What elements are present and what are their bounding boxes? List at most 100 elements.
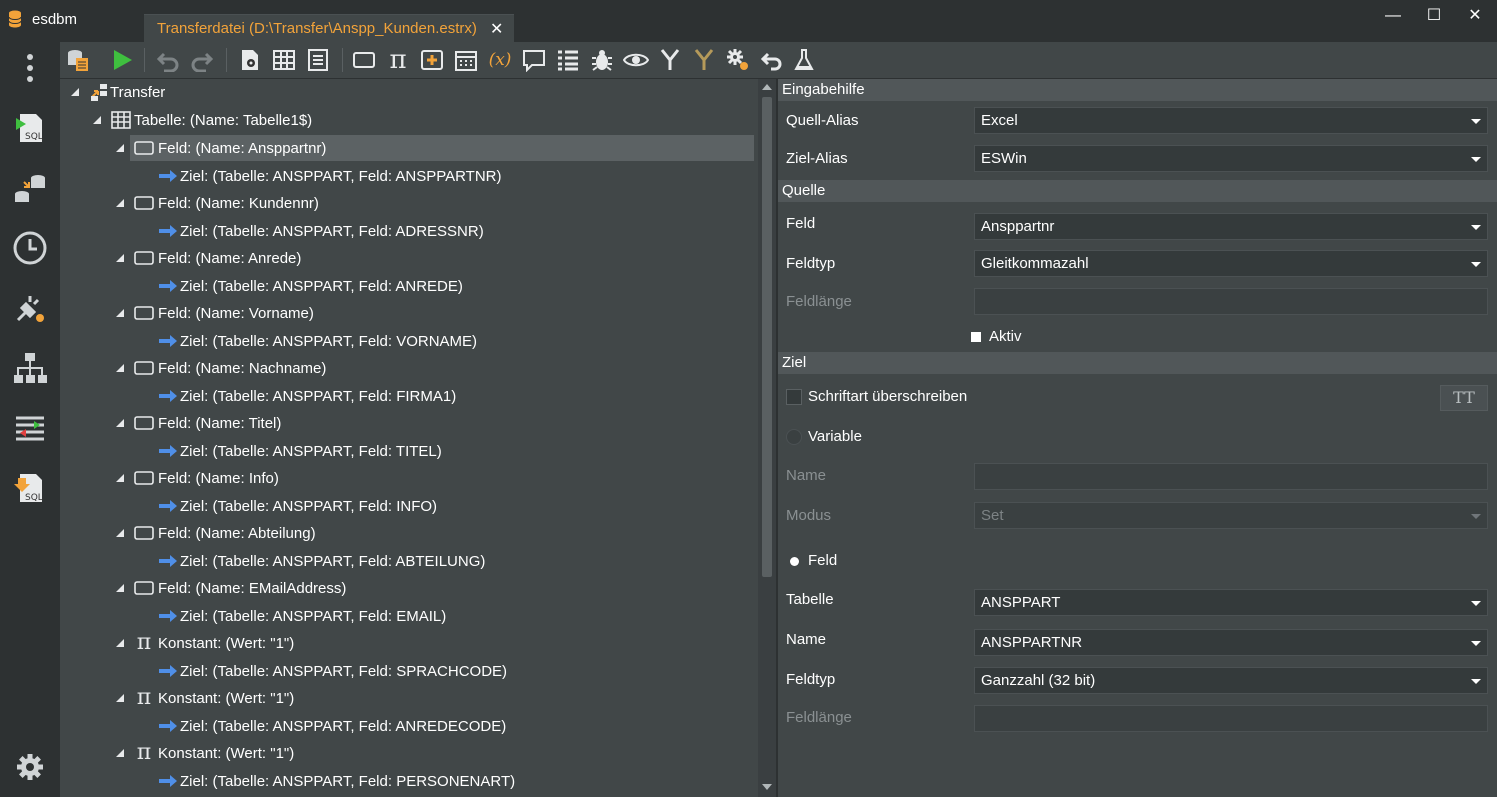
- expand-collapse-icon[interactable]: [115, 198, 125, 208]
- settings-icon[interactable]: [724, 46, 752, 74]
- tree-scrollbar[interactable]: [758, 79, 776, 797]
- database-transfer-icon[interactable]: [8, 166, 52, 210]
- tree-target[interactable]: Ziel: (Tabelle: ANSPPART, Feld: SPRACHCO…: [156, 658, 507, 684]
- expand-collapse-icon[interactable]: [115, 473, 125, 483]
- compare-list-icon[interactable]: [8, 406, 52, 450]
- tree-field[interactable]: Feld: (Name: Nachname): [130, 355, 754, 381]
- ziel-name-input[interactable]: [974, 463, 1488, 490]
- constant-pi-icon[interactable]: π: [384, 46, 412, 74]
- expand-collapse-icon[interactable]: [115, 583, 125, 593]
- table-icon[interactable]: [270, 46, 298, 74]
- ziel-feldtyp-select[interactable]: Ganzzahl (32 bit): [974, 667, 1488, 694]
- split-icon[interactable]: [690, 46, 718, 74]
- expand-collapse-icon[interactable]: [115, 363, 125, 373]
- expand-collapse-icon[interactable]: [115, 143, 125, 153]
- sql-export-icon[interactable]: SQL: [8, 466, 52, 510]
- tree-target[interactable]: Ziel: (Tabelle: ANSPPART, Feld: ANSPPART…: [156, 163, 502, 189]
- expand-collapse-icon[interactable]: [115, 748, 125, 758]
- tree-field[interactable]: Feld: (Name: Ansppartnr): [130, 135, 754, 161]
- tree-target[interactable]: Ziel: (Tabelle: ANSPPART, Feld: ANREDECO…: [156, 713, 506, 739]
- minimize-button[interactable]: —: [1380, 6, 1406, 26]
- ziel-name2-select[interactable]: ANSPPARTNR: [974, 629, 1488, 656]
- tab-close-icon[interactable]: ✕: [490, 19, 503, 39]
- document-settings-icon[interactable]: [236, 46, 264, 74]
- return-icon[interactable]: [758, 46, 786, 74]
- modus-select[interactable]: Set: [974, 502, 1488, 529]
- aktiv-checkbox[interactable]: [971, 332, 981, 342]
- list-icon[interactable]: [304, 46, 332, 74]
- expand-collapse-icon[interactable]: [115, 528, 125, 538]
- tree-target-label: Ziel: (Tabelle: ANSPPART, Feld: ANREDECO…: [180, 717, 507, 735]
- tree-field[interactable]: Feld: (Name: Abteilung): [130, 520, 754, 546]
- quell-alias-select[interactable]: Excel: [974, 107, 1488, 134]
- expand-collapse-icon[interactable]: [115, 418, 125, 428]
- tree-root-label: Transfer: [110, 83, 166, 101]
- expand-collapse-icon[interactable]: [70, 87, 80, 97]
- bug-icon[interactable]: [588, 46, 616, 74]
- comment-icon[interactable]: [520, 46, 548, 74]
- feld-radio[interactable]: [786, 553, 802, 569]
- undo-icon[interactable]: [154, 46, 182, 74]
- document-tab[interactable]: Transferdatei (D:\Transfer\Anspp_Kunden.…: [144, 14, 514, 42]
- flask-icon[interactable]: [790, 46, 818, 74]
- tree-field[interactable]: Feld: (Name: Vorname): [130, 300, 754, 326]
- more-menu-icon[interactable]: [8, 46, 52, 90]
- tree-table[interactable]: Tabelle: (Name: Tabelle1$): [108, 107, 312, 133]
- tree-target[interactable]: Ziel: (Tabelle: ANSPPART, Feld: PERSONEN…: [156, 768, 515, 794]
- tree-field[interactable]: Feld: (Name: Titel): [130, 410, 754, 436]
- scrollbar-thumb[interactable]: [762, 97, 772, 577]
- tree-target[interactable]: Ziel: (Tabelle: ANSPPART, Feld: TITEL): [156, 438, 442, 464]
- tabelle-select[interactable]: ANSPPART: [974, 589, 1488, 616]
- tree-field[interactable]: Feld: (Name: Kundennr): [130, 190, 754, 216]
- field-icon[interactable]: [350, 46, 378, 74]
- variable-glyph: (x): [488, 50, 512, 70]
- variable-icon[interactable]: (x): [486, 46, 514, 74]
- field-icon: [130, 250, 158, 266]
- expand-collapse-icon[interactable]: [115, 308, 125, 318]
- tree-target[interactable]: Ziel: (Tabelle: ANSPPART, Feld: ABTEILUN…: [156, 548, 485, 574]
- font-settings-button[interactable]: TT: [1440, 385, 1488, 411]
- tree-constant[interactable]: π Konstant: (Wert: "1"): [130, 740, 754, 766]
- db-settings-icon[interactable]: [64, 46, 92, 74]
- tree-target[interactable]: Ziel: (Tabelle: ANSPPART, Feld: VORNAME): [156, 328, 477, 354]
- expand-collapse-icon[interactable]: [115, 253, 125, 263]
- tree-target[interactable]: Ziel: (Tabelle: ANSPPART, Feld: ADRESSNR…: [156, 218, 484, 244]
- arrow-right-icon: [156, 279, 180, 293]
- tree-root[interactable]: Transfer: [88, 79, 165, 105]
- eye-icon[interactable]: [622, 46, 650, 74]
- tree-field[interactable]: Feld: (Name: Info): [130, 465, 754, 491]
- list-settings-icon[interactable]: [554, 46, 582, 74]
- svg-text:SQL: SQL: [25, 493, 43, 503]
- calendar-icon[interactable]: [452, 46, 480, 74]
- merge-icon[interactable]: [656, 46, 684, 74]
- gear-icon[interactable]: [8, 745, 52, 789]
- ziel-alias-select[interactable]: ESWin: [974, 145, 1488, 172]
- tree-constant[interactable]: π Konstant: (Wert: "1"): [130, 685, 754, 711]
- tree-field[interactable]: Feld: (Name: Anrede): [130, 245, 754, 271]
- redo-icon[interactable]: [188, 46, 216, 74]
- quelle-feldtyp-select[interactable]: Gleitkommazahl: [974, 250, 1488, 277]
- expand-collapse-icon[interactable]: [115, 638, 125, 648]
- schriftart-checkbox[interactable]: [786, 389, 802, 405]
- maximize-button[interactable]: ☐: [1421, 6, 1447, 26]
- tree-target[interactable]: Ziel: (Tabelle: ANSPPART, Feld: INFO): [156, 493, 437, 519]
- ziel-feldlaenge-input[interactable]: [974, 705, 1488, 732]
- quelle-feldtyp-value: Gleitkommazahl: [981, 255, 1089, 272]
- quelle-feldlaenge-input[interactable]: [974, 288, 1488, 315]
- clock-icon[interactable]: [8, 226, 52, 270]
- expand-collapse-icon[interactable]: [115, 693, 125, 703]
- close-window-button[interactable]: ✕: [1462, 6, 1488, 26]
- add-icon[interactable]: [418, 46, 446, 74]
- tree-target[interactable]: Ziel: (Tabelle: ANSPPART, Feld: EMAIL): [156, 603, 446, 629]
- run-icon[interactable]: [108, 46, 136, 74]
- quelle-feld-select[interactable]: Ansppartnr: [974, 213, 1488, 240]
- variable-radio[interactable]: [786, 429, 802, 445]
- plugin-settings-icon[interactable]: [8, 286, 52, 330]
- expand-collapse-icon[interactable]: [92, 115, 102, 125]
- tree-target[interactable]: Ziel: (Tabelle: ANSPPART, Feld: ANREDE): [156, 273, 463, 299]
- tree-field[interactable]: Feld: (Name: EMailAddress): [130, 575, 754, 601]
- tree-constant[interactable]: π Konstant: (Wert: "1"): [130, 630, 754, 656]
- tree-target[interactable]: Ziel: (Tabelle: ANSPPART, Feld: FIRMA1): [156, 383, 456, 409]
- hierarchy-icon[interactable]: [8, 346, 52, 390]
- sql-script-icon[interactable]: SQL: [8, 106, 52, 150]
